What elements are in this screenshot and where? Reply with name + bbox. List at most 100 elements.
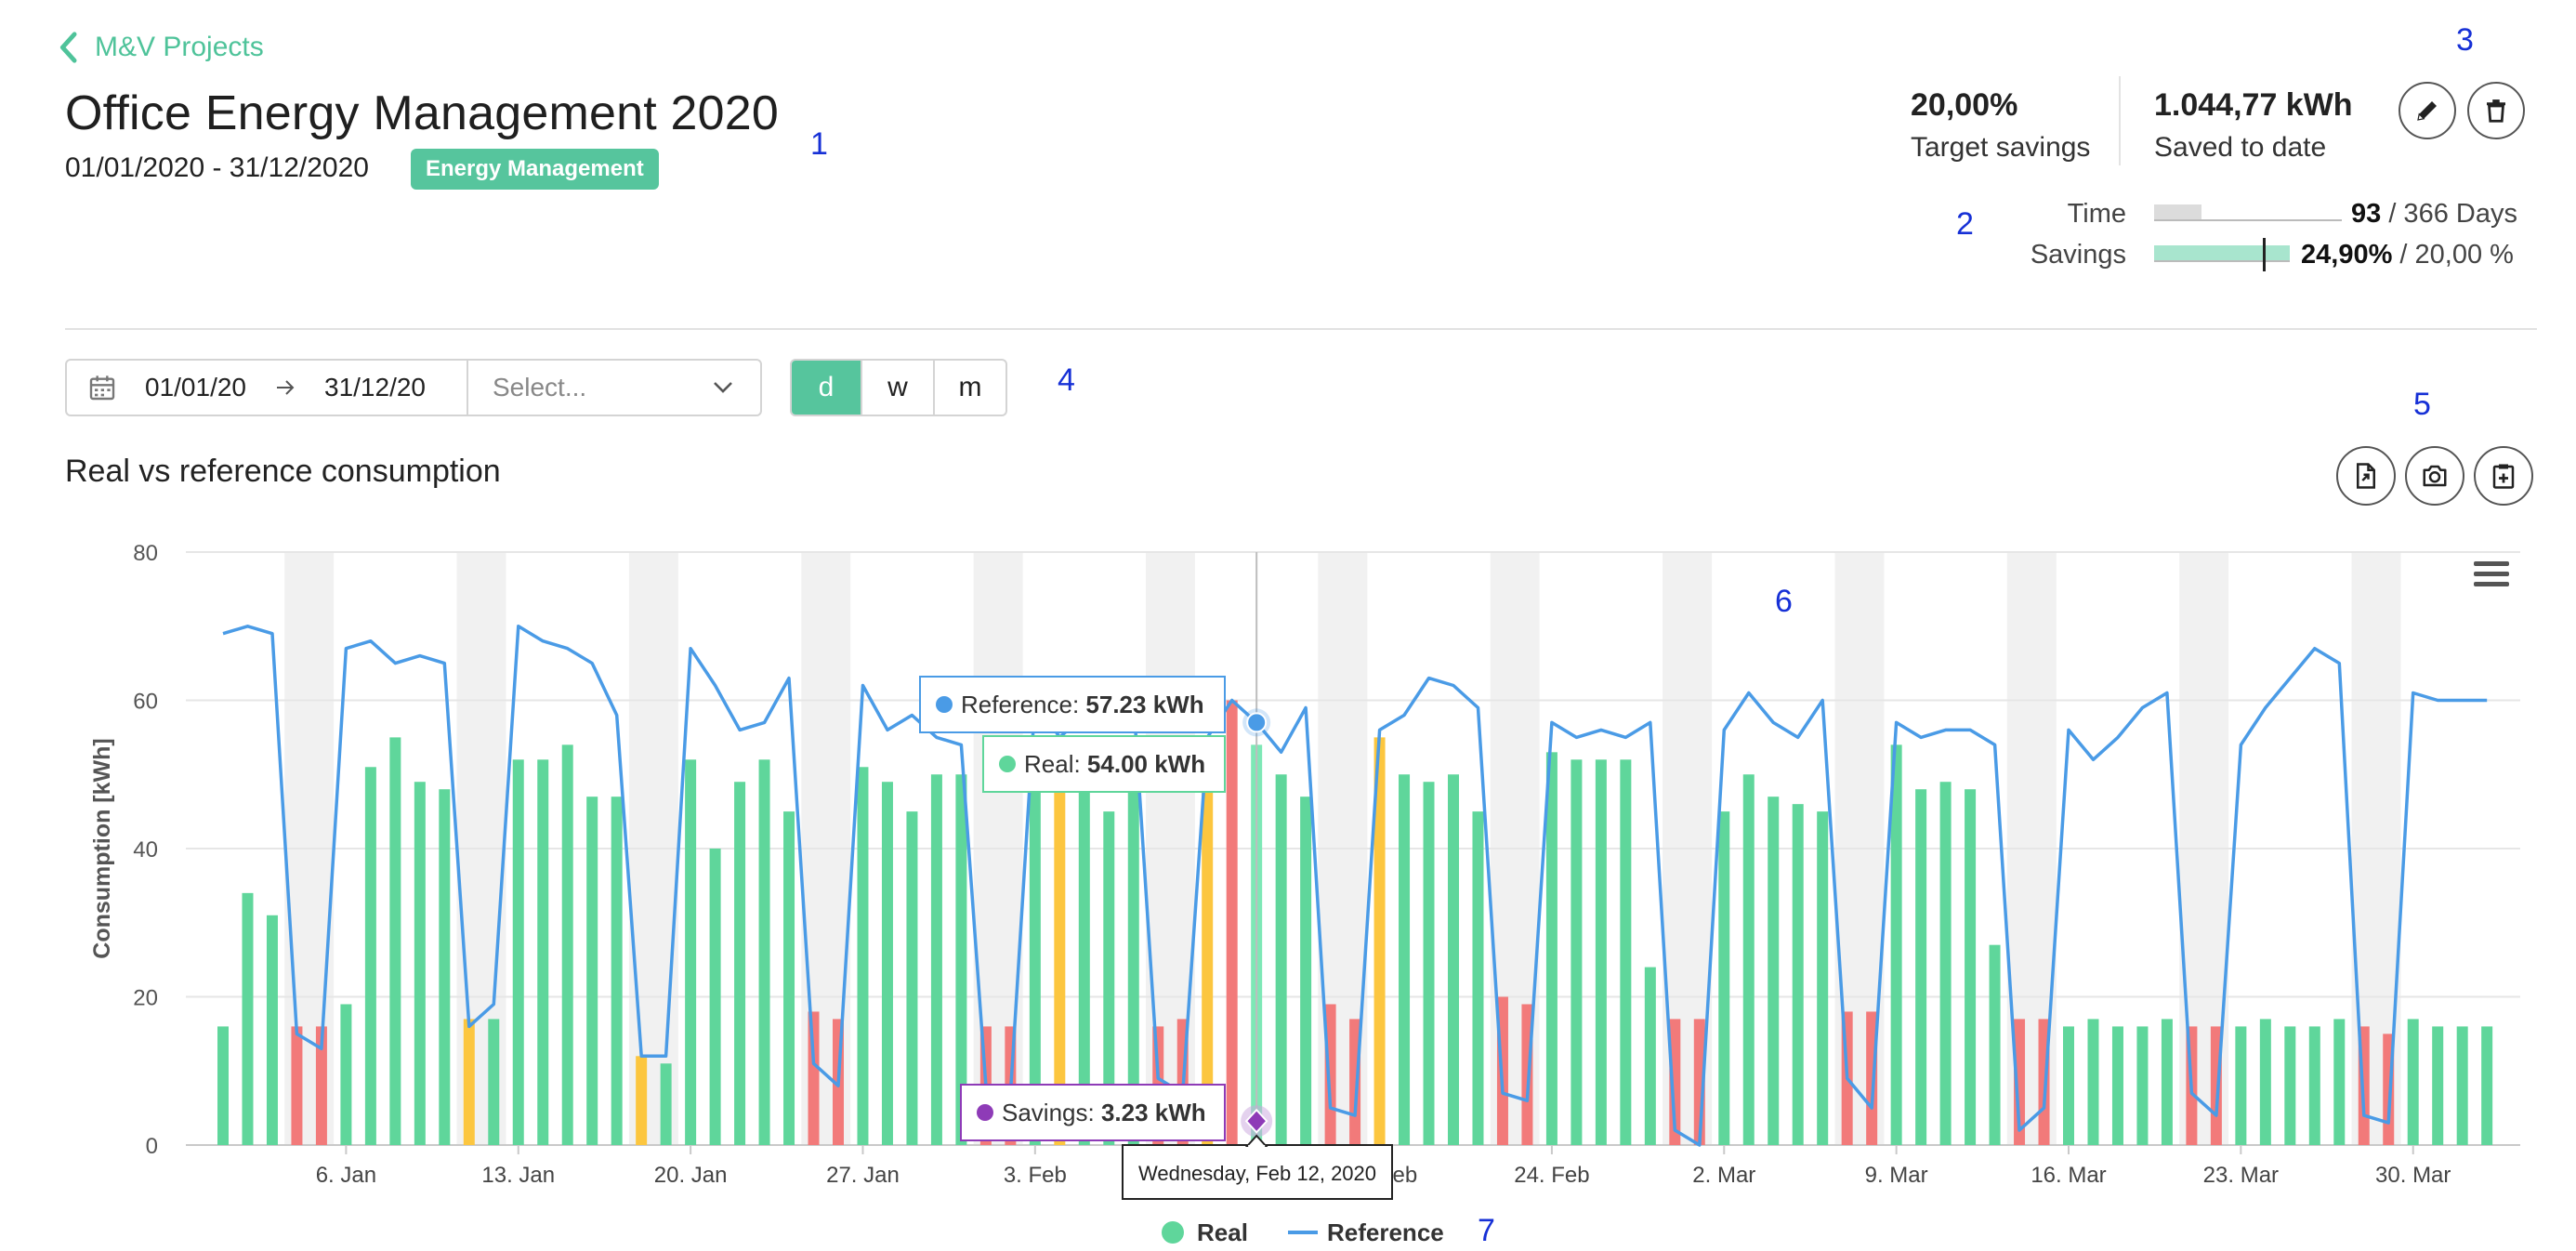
- end-date-input[interactable]: 31/12/20: [324, 373, 426, 402]
- real-bar: [1939, 782, 1952, 1145]
- granularity-month-button[interactable]: m: [933, 361, 1005, 415]
- reference-tooltip: Reference: 57.23 kWh: [919, 676, 1226, 733]
- real-bar: [1571, 759, 1583, 1145]
- saved-to-date-value: 1.044,77 kWh: [2154, 87, 2353, 123]
- real-bar: [1545, 752, 1557, 1145]
- real-bar: [808, 1011, 820, 1145]
- real-bar: [463, 1019, 475, 1145]
- real-bar: [389, 737, 401, 1145]
- real-bar: [1226, 700, 1238, 1145]
- camera-icon: [2423, 465, 2447, 487]
- clipboard-plus-icon: [2492, 464, 2515, 489]
- real-bar: [2333, 1019, 2346, 1145]
- calendar-icon: [89, 375, 115, 401]
- real-bar: [709, 849, 721, 1145]
- real-bar: [537, 759, 549, 1145]
- kpi-divider: [2119, 76, 2121, 165]
- real-bar: [1300, 797, 1312, 1145]
- trash-icon: [2487, 99, 2505, 123]
- real-tooltip-dot: [999, 756, 1016, 772]
- real-bar: [857, 767, 869, 1145]
- real-bar: [1792, 804, 1804, 1145]
- real-bar: [1817, 811, 1829, 1145]
- date-range-picker[interactable]: 01/01/20 31/12/20 Select...: [65, 359, 762, 416]
- date-tooltip-arrow-mask: [1248, 1145, 1266, 1148]
- savings-progress-fill: [2154, 245, 2290, 260]
- real-bar: [611, 797, 623, 1145]
- real-tooltip-text: Real: 54.00 kWh: [1024, 750, 1205, 778]
- y-tick-label: 20: [133, 986, 158, 1011]
- target-savings-value: 20,00%: [1911, 87, 2018, 123]
- time-progress-fill: [2154, 204, 2202, 219]
- chevron-down-icon: [714, 382, 732, 393]
- annotation-3: 3: [2456, 22, 2474, 58]
- real-bar: [783, 811, 795, 1145]
- granularity-day-button[interactable]: d: [792, 361, 861, 415]
- granularity-week-button[interactable]: w: [861, 361, 933, 415]
- real-bar: [561, 744, 573, 1145]
- real-bar: [2063, 1026, 2074, 1145]
- granularity-toggle[interactable]: d w m: [790, 359, 1007, 416]
- savings-tooltip-text: Savings: 3.23 kWh: [1002, 1099, 1206, 1126]
- real-bar: [881, 782, 893, 1145]
- real-bar: [1718, 811, 1730, 1145]
- target-savings-label: Target savings: [1911, 132, 2091, 163]
- export-file-button[interactable]: [2336, 446, 2396, 506]
- y-tick-label: 0: [146, 1134, 158, 1159]
- savings-target-marker: [2262, 238, 2266, 271]
- legend-real-label: Real: [1197, 1218, 1248, 1246]
- real-bar: [1399, 774, 1411, 1145]
- real-bar: [2161, 1019, 2173, 1145]
- x-tick-label: 16. Mar: [2031, 1163, 2106, 1188]
- real-bar: [414, 782, 426, 1145]
- x-tick-label: 9. Mar: [1865, 1163, 1928, 1188]
- real-bar: [242, 892, 254, 1145]
- legend-reference-label: Reference: [1327, 1218, 1444, 1246]
- real-bar: [2087, 1019, 2099, 1145]
- preset-select[interactable]: Select...: [468, 361, 760, 415]
- real-bar: [1595, 759, 1607, 1145]
- real-bar: [291, 1026, 303, 1145]
- x-tick-label: 2. Mar: [1692, 1163, 1755, 1188]
- real-bar: [2235, 1026, 2247, 1145]
- real-bar: [2481, 1026, 2493, 1145]
- real-bar: [906, 811, 918, 1145]
- real-bar: [1448, 774, 1459, 1145]
- x-tick-label: 30. Mar: [2375, 1163, 2451, 1188]
- y-axis-label: Consumption [kWh]: [89, 738, 115, 958]
- real-bar: [1768, 797, 1780, 1145]
- consumption-chart: 0 20 40 60 80 Consumption [kWh] 6. Jan 13. Jan 2…: [89, 541, 2520, 1246]
- edit-button[interactable]: [2399, 82, 2456, 139]
- delete-button[interactable]: [2467, 82, 2525, 139]
- x-tick-label: 23. Mar: [2203, 1163, 2279, 1188]
- header-divider: [65, 328, 2537, 330]
- real-bar: [2136, 1026, 2149, 1145]
- start-date-input[interactable]: 01/01/20: [145, 373, 246, 402]
- project-type-badge: Energy Management: [411, 149, 659, 190]
- annotation-4: 4: [1058, 362, 1075, 398]
- screenshot-button[interactable]: [2405, 446, 2464, 506]
- real-bar: [586, 797, 598, 1145]
- real-bar: [1423, 782, 1435, 1145]
- back-to-projects-link[interactable]: M&V Projects: [58, 32, 264, 63]
- real-bar: [512, 759, 524, 1145]
- real-bar: [2432, 1026, 2444, 1145]
- reference-tooltip-text: Reference: 57.23 kWh: [961, 691, 1204, 718]
- x-tick-label: 13. Jan: [481, 1163, 555, 1188]
- savings-tooltip-dot: [977, 1104, 993, 1121]
- real-bar: [930, 774, 942, 1145]
- real-bar: [1472, 811, 1484, 1145]
- real-bar: [1620, 759, 1632, 1145]
- real-bar: [1915, 789, 1927, 1145]
- real-bar: [488, 1019, 500, 1145]
- real-bar: [2111, 1026, 2123, 1145]
- y-tick-label: 40: [133, 837, 158, 863]
- add-to-report-button[interactable]: [2474, 446, 2533, 506]
- time-progress-label: Time: [2067, 199, 2126, 229]
- date-tooltip-text: Wednesday, Feb 12, 2020: [1138, 1162, 1376, 1185]
- real-bar: [2308, 1026, 2320, 1145]
- real-bar: [1742, 774, 1755, 1145]
- real-bar: [439, 789, 451, 1145]
- chart-menu-icon[interactable]: [2474, 561, 2509, 589]
- x-tick-label: 20. Jan: [654, 1163, 728, 1188]
